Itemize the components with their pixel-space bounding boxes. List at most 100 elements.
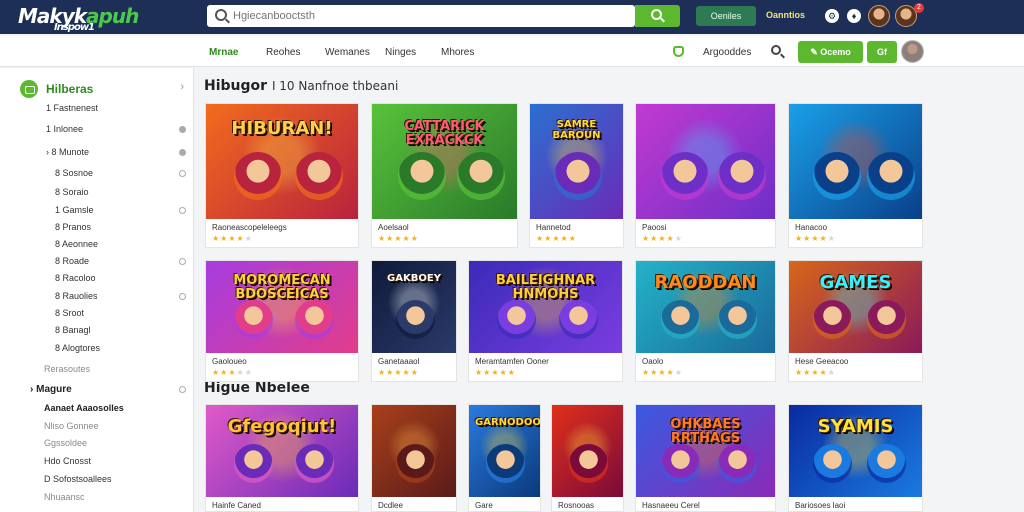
game-title[interactable]: Raoneascopeleleegs bbox=[212, 223, 354, 232]
game-thumbnail[interactable]: GAKBOEY bbox=[372, 261, 456, 353]
radio-icon[interactable] bbox=[179, 258, 186, 265]
sidebar-item[interactable]: › 8 Munote bbox=[46, 147, 89, 157]
game-thumbnail[interactable]: GAMES bbox=[789, 261, 922, 353]
game-thumbnail[interactable]: HIBURAN! bbox=[206, 104, 358, 219]
sidebar-subitem[interactable]: Nliso Gonnee bbox=[44, 421, 99, 431]
top-action-button[interactable]: Oeniles bbox=[696, 6, 756, 26]
game-thumbnail[interactable]: CATTARICK EXRACKCK bbox=[372, 104, 517, 219]
top-link[interactable]: Oanntios bbox=[766, 10, 805, 20]
game-title[interactable]: Gaoloueo bbox=[212, 357, 354, 366]
game-card[interactable]: Dcdlee bbox=[371, 404, 457, 512]
sidebar-group2-heading[interactable]: › Magure bbox=[30, 384, 72, 395]
sidebar-subitem[interactable]: Ggssoldee bbox=[44, 438, 87, 448]
sidebar-heading[interactable]: Hilberas › bbox=[20, 80, 190, 98]
sidebar-item[interactable]: 1 Inlonee bbox=[46, 124, 83, 134]
sidebar-item[interactable]: 8 Sosnoe bbox=[55, 168, 93, 178]
game-card[interactable]: RAODDAN Oaolo ★★★★★ bbox=[635, 260, 776, 382]
friend-avatar[interactable] bbox=[868, 5, 890, 27]
radio-icon[interactable] bbox=[179, 170, 186, 177]
game-card[interactable]: Paoosi ★★★★★ bbox=[635, 103, 776, 248]
game-card[interactable]: Gfegoqiut! Hainfe Caned bbox=[205, 404, 359, 512]
game-card[interactable]: GAMES Hese Geeacoo ★★★★★ bbox=[788, 260, 923, 382]
sidebar-subitem[interactable]: Nhuaansc bbox=[44, 492, 85, 502]
nav-item-4[interactable]: Ninges bbox=[385, 47, 416, 58]
game-thumbnail[interactable] bbox=[636, 104, 775, 219]
sidebar-item[interactable]: 8 Alogtores bbox=[55, 343, 100, 353]
profile-avatar[interactable] bbox=[901, 40, 924, 63]
game-thumbnail[interactable]: Gfegoqiut! bbox=[206, 405, 358, 497]
rating-stars: ★★★★★ bbox=[378, 368, 419, 377]
game-thumbnail[interactable] bbox=[789, 104, 922, 219]
game-card[interactable]: Rosnooas bbox=[551, 404, 624, 512]
game-thumbnail-title: GARNODOO bbox=[475, 416, 540, 428]
search-input[interactable] bbox=[233, 5, 628, 27]
sidebar-item[interactable]: 8 Banagl bbox=[55, 325, 91, 335]
game-thumbnail[interactable] bbox=[372, 405, 456, 497]
game-thumbnail[interactable]: RAODDAN bbox=[636, 261, 775, 353]
radio-icon[interactable] bbox=[179, 293, 186, 300]
game-thumbnail[interactable]: SAMRE BAROUN bbox=[530, 104, 623, 219]
radio-icon[interactable] bbox=[179, 126, 186, 133]
nav-right-link[interactable]: Argooddes bbox=[703, 47, 751, 58]
game-title[interactable]: Aoelsaol bbox=[378, 223, 513, 232]
sidebar-item[interactable]: 8 Aeonnee bbox=[55, 239, 98, 249]
radio-icon[interactable] bbox=[179, 149, 186, 156]
sidebar-subitem[interactable]: D Sofostsoallees bbox=[44, 474, 112, 484]
game-card[interactable]: SYAMIS Bariosoes laoi bbox=[788, 404, 923, 512]
site-logo[interactable]: Makykapuh Inspow1 bbox=[18, 4, 139, 33]
nav-item-3[interactable]: Wemanes bbox=[325, 47, 370, 58]
game-card[interactable]: Hanacoo ★★★★★ bbox=[788, 103, 923, 248]
game-title[interactable]: Hainfe Caned bbox=[212, 501, 354, 510]
settings-icon[interactable]: ⚙ bbox=[825, 9, 839, 23]
game-title[interactable]: Hanacoo bbox=[795, 223, 918, 232]
game-thumbnail[interactable]: BAILEIGHNAR HNMOHS bbox=[469, 261, 622, 353]
sidebar-item[interactable]: 8 Sroot bbox=[55, 308, 84, 318]
sidebar-subitem[interactable]: Aanaet Aaaosolles bbox=[44, 403, 124, 413]
game-card[interactable]: HIBURAN! Raoneascopeleleegs ★★★★★ bbox=[205, 103, 359, 248]
sidebar-item[interactable]: 8 Roade bbox=[55, 256, 89, 266]
search-button[interactable] bbox=[635, 5, 680, 27]
sidebar-subitem[interactable]: Hdo Cnosst bbox=[44, 456, 91, 466]
game-title[interactable]: Paoosi bbox=[642, 223, 771, 232]
sidebar-item[interactable]: 8 Pranos bbox=[55, 222, 91, 232]
game-card[interactable]: OHKBAES RRTHAGS Hasnaeeu Cerel bbox=[635, 404, 776, 512]
nav-item-home[interactable]: Mrnae bbox=[209, 47, 238, 58]
sidebar-item[interactable]: 8 Soraio bbox=[55, 187, 89, 197]
shield-icon[interactable]: ♦ bbox=[847, 9, 861, 23]
radio-icon[interactable] bbox=[179, 386, 186, 393]
search-icon[interactable] bbox=[771, 45, 781, 55]
game-title[interactable]: Meramtamfen Ooner bbox=[475, 357, 618, 366]
game-title[interactable]: Hasnaeeu Cerel bbox=[642, 501, 771, 510]
sidebar-item[interactable]: 1 Gamsle bbox=[55, 205, 94, 215]
game-thumbnail[interactable]: GARNODOO bbox=[469, 405, 540, 497]
game-thumbnail[interactable]: OHKBAES RRTHAGS bbox=[636, 405, 775, 497]
game-title[interactable]: Ganetaaaol bbox=[378, 357, 452, 366]
game-card[interactable]: BAILEIGHNAR HNMOHS Meramtamfen Ooner ★★★★★ bbox=[468, 260, 623, 382]
game-title[interactable]: Hannetod bbox=[536, 223, 619, 232]
game-title[interactable]: Bariosoes laoi bbox=[795, 501, 918, 510]
game-card[interactable]: GARNODOO Gare bbox=[468, 404, 541, 512]
game-title[interactable]: Dcdlee bbox=[378, 501, 452, 510]
nav-item-5[interactable]: Mhores bbox=[441, 47, 474, 58]
secondary-nav-button[interactable]: Gf bbox=[867, 41, 897, 63]
game-card[interactable]: SAMRE BAROUN Hannetod ★★★★★ bbox=[529, 103, 624, 248]
game-title[interactable]: Hese Geeacoo bbox=[795, 357, 918, 366]
game-thumbnail[interactable]: SYAMIS bbox=[789, 405, 922, 497]
sidebar-item-count: 8 bbox=[55, 256, 63, 266]
game-title[interactable]: Oaolo bbox=[642, 357, 771, 366]
game-title[interactable]: Rosnooas bbox=[558, 501, 619, 510]
sidebar-item[interactable]: 8 Racoloo bbox=[55, 273, 96, 283]
radio-icon[interactable] bbox=[179, 207, 186, 214]
sidebar-item[interactable]: 1 Fastnenest bbox=[46, 103, 98, 113]
sidebar-item[interactable]: 8 Rauolies bbox=[55, 291, 98, 301]
notification-badge[interactable]: 2 bbox=[914, 3, 924, 13]
game-title[interactable]: Gare bbox=[475, 501, 536, 510]
nav-item-2[interactable]: Reohes bbox=[266, 47, 300, 58]
sidebar-group-muted[interactable]: Rerasoutes bbox=[44, 364, 90, 374]
game-card[interactable]: CATTARICK EXRACKCK Aoelsaol ★★★★★ bbox=[371, 103, 518, 248]
game-thumbnail[interactable] bbox=[552, 405, 623, 497]
game-thumbnail[interactable]: MOROMECAN BDOSCEICAS bbox=[206, 261, 358, 353]
game-card[interactable]: GAKBOEY Ganetaaaol ★★★★★ bbox=[371, 260, 457, 382]
game-card[interactable]: MOROMECAN BDOSCEICAS Gaoloueo ★★★★★ bbox=[205, 260, 359, 382]
primary-nav-button[interactable]: ✎ Ocemo bbox=[798, 41, 863, 63]
